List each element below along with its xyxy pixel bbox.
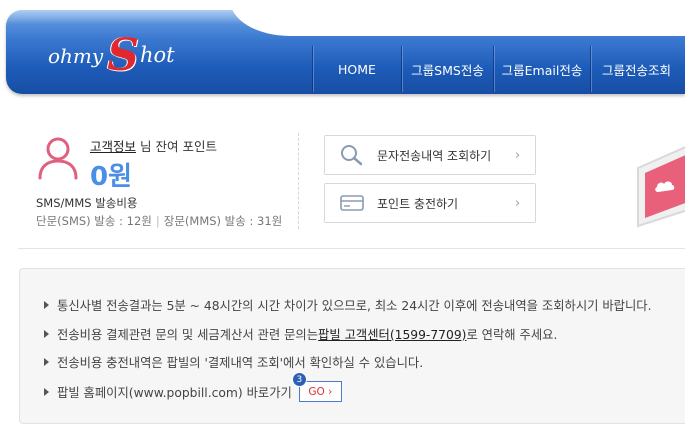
customer-center-link[interactable]: 팝빌 고객센터(1599-7709) xyxy=(318,325,466,343)
logo-text-s: S xyxy=(107,30,139,81)
cost-title: SMS/MMS 발송비용 xyxy=(36,196,138,210)
notice-text-1: 통신사별 전송결과는 5분 ~ 48시간의 시간 차이가 있으므로, 최소 24… xyxy=(57,299,652,313)
main-nav: HOME 그룹SMS전송 그룹Email전송 그룹전송조회 xyxy=(312,46,682,92)
charge-points-button[interactable]: 포인트 충전하기 › xyxy=(324,183,536,223)
notice-item: 전송비용 결제관련 문의 및 세금계산서 관련 문의는 팝빌 고객센터(1599… xyxy=(44,325,557,343)
nav-group-email[interactable]: 그룹Email전송 xyxy=(493,46,590,92)
cost-detail: 단문(SMS) 발송 : 12원 | 장문(MMS) 발송 : 31원 xyxy=(36,213,282,229)
bullet-arrow-icon xyxy=(44,387,49,396)
cost-separator: | xyxy=(155,214,160,228)
view-history-button[interactable]: 문자전송내역 조회하기 › xyxy=(324,135,536,175)
logo[interactable]: ohmy S hot xyxy=(48,28,175,78)
notice-text-2b: 로 연락해 주세요. xyxy=(466,328,558,342)
customer-info-link[interactable]: 고객정보 xyxy=(90,139,136,154)
point-heading-suffix: 님 잔여 포인트 xyxy=(140,139,217,154)
cloud-monitor-illustration xyxy=(632,140,685,230)
horizontal-divider xyxy=(18,248,685,249)
sms-cost: 단문(SMS) 발송 : 12원 xyxy=(36,214,152,228)
notice-item: 팝빌 홈페이지(www.popbill.com) 바로가기 3 GO › xyxy=(44,372,342,402)
chevron-right-icon: › xyxy=(515,195,521,211)
notice-item: 전송비용 충전내역은 팝빌의 '결제내역 조회'에서 확인하실 수 있습니다. xyxy=(44,353,423,371)
go-label: GO › xyxy=(308,385,333,398)
section-divider xyxy=(298,133,299,229)
notice-box: 통신사별 전송결과는 5분 ~ 48시간의 시간 차이가 있으므로, 최소 24… xyxy=(19,268,685,424)
notice-item: 통신사별 전송결과는 5분 ~ 48시간의 시간 차이가 있으므로, 최소 24… xyxy=(44,296,652,314)
mms-cost: 장문(MMS) 발송 : 31원 xyxy=(163,214,283,228)
go-button[interactable]: 3 GO › xyxy=(291,372,342,402)
bullet-arrow-icon xyxy=(44,330,49,338)
bullet-arrow-icon xyxy=(44,358,49,366)
nav-home[interactable]: HOME xyxy=(312,46,401,92)
view-history-label: 문자전송내역 조회하기 xyxy=(377,148,492,163)
charge-points-label: 포인트 충전하기 xyxy=(377,196,459,211)
header-top-curve xyxy=(230,0,685,36)
bullet-arrow-icon xyxy=(44,301,49,309)
notice-text-4: 팝빌 홈페이지(www.popbill.com) 바로가기 xyxy=(57,385,292,400)
point-amount: 0원 xyxy=(90,162,133,192)
notice-text-2a: 전송비용 결제관련 문의 및 세금계산서 관련 문의는 xyxy=(57,328,319,342)
nav-group-sms[interactable]: 그룹SMS전송 xyxy=(401,46,493,92)
card-icon xyxy=(339,192,365,214)
go-badge: 3 xyxy=(291,372,307,387)
search-icon xyxy=(339,144,365,166)
nav-group-history[interactable]: 그룹전송조회 xyxy=(590,46,682,92)
notice-text-3: 전송비용 충전내역은 팝빌의 '결제내역 조회'에서 확인하실 수 있습니다. xyxy=(57,356,424,370)
chevron-right-icon: › xyxy=(515,147,521,163)
logo-text-ohmy: ohmy xyxy=(48,44,104,68)
user-icon xyxy=(37,136,79,180)
logo-text-hot: hot xyxy=(139,43,175,67)
point-heading: 고객정보 님 잔여 포인트 xyxy=(90,136,217,155)
header: ohmy S hot HOME 그룹SMS전송 그룹Email전송 그룹전송조회 xyxy=(0,0,685,100)
